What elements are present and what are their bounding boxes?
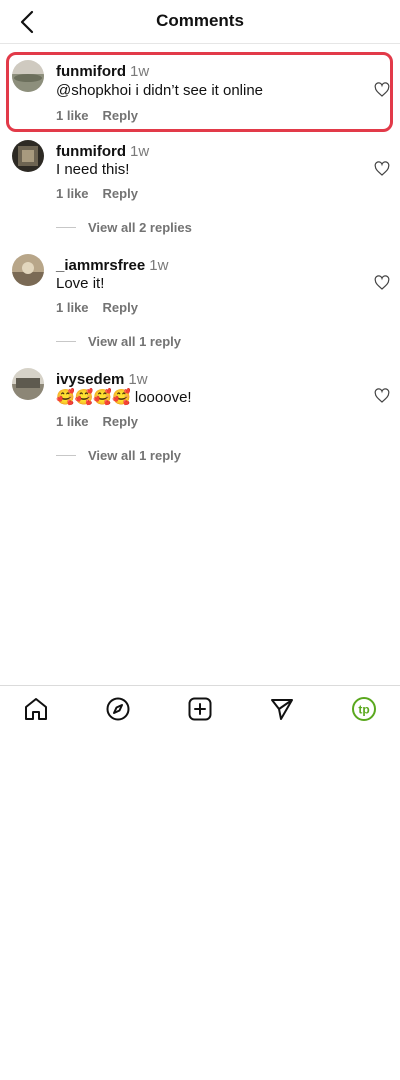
view-replies-label: View all 1 reply xyxy=(88,448,181,463)
view-replies-button[interactable]: View all 2 replies xyxy=(56,220,192,235)
reply-button[interactable]: Reply xyxy=(103,186,138,201)
view-replies-label: View all 2 replies xyxy=(88,220,192,235)
home-icon xyxy=(25,698,47,720)
comment-username[interactable]: ivysedem xyxy=(56,371,124,388)
profile-icon: tp xyxy=(352,697,376,721)
nav-explore-button[interactable] xyxy=(105,696,131,722)
bottom-nav: tp xyxy=(0,685,400,733)
comment-time: 1w xyxy=(129,143,150,160)
like-count[interactable]: 1 like xyxy=(56,108,89,123)
comment-time: 1w xyxy=(149,257,169,274)
comment-text: I need this! xyxy=(56,161,130,178)
comment-username[interactable]: funmiford xyxy=(56,63,126,80)
divider xyxy=(56,341,76,342)
profile-initials: tp xyxy=(358,703,369,717)
comment-username[interactable]: _iammrsfree xyxy=(56,257,145,274)
nav-create-button[interactable] xyxy=(187,696,213,722)
comment-item: ivysedem 1w 🥰🥰🥰🥰 loooove! 1 like Reply Vie… xyxy=(0,364,400,469)
avatar[interactable] xyxy=(12,60,44,92)
compass-icon xyxy=(106,697,130,721)
comment-text: @shopkhoi i didn’t see it online xyxy=(56,82,264,99)
nav-messages-button[interactable] xyxy=(269,696,295,722)
reply-button[interactable]: Reply xyxy=(103,414,138,429)
reply-button[interactable]: Reply xyxy=(103,108,138,123)
heart-icon[interactable] xyxy=(374,388,390,404)
comment-item: funmiford 1w @shopkhoi i didn’t see it on… xyxy=(0,56,400,136)
plus-square-icon xyxy=(188,697,212,721)
comment-time: 1w xyxy=(128,371,148,388)
like-count[interactable]: 1 like xyxy=(56,414,89,429)
view-replies-button[interactable]: View all 1 reply xyxy=(56,448,181,463)
reply-button[interactable]: Reply xyxy=(103,300,138,315)
send-icon xyxy=(271,699,293,720)
divider xyxy=(56,227,76,228)
avatar[interactable] xyxy=(12,140,44,172)
top-bar: Comments xyxy=(0,0,400,44)
comment-text: Love it! xyxy=(56,275,105,292)
comment-username[interactable]: funmiford xyxy=(56,143,126,160)
heart-icon[interactable] xyxy=(374,161,390,177)
comment-time: 1w xyxy=(129,63,150,80)
avatar[interactable] xyxy=(12,254,44,286)
divider xyxy=(56,455,76,456)
comment-item: funmiford 1w I need this! 1 like Reply Vie… xyxy=(0,136,400,241)
comment-item: _iammrsfree 1w Love it! 1 like Reply View … xyxy=(0,250,400,355)
like-count[interactable]: 1 like xyxy=(56,300,89,315)
view-replies-button[interactable]: View all 1 reply xyxy=(56,334,181,349)
comment-text: 🥰🥰🥰🥰 loooove! xyxy=(56,389,192,406)
heart-icon[interactable] xyxy=(374,82,390,98)
nav-profile-button[interactable]: tp xyxy=(351,696,377,722)
like-count[interactable]: 1 like xyxy=(56,186,89,201)
page-title: Comments xyxy=(156,11,244,30)
heart-icon[interactable] xyxy=(374,275,390,291)
view-replies-label: View all 1 reply xyxy=(88,334,181,349)
avatar[interactable] xyxy=(12,368,44,400)
nav-home-button[interactable] xyxy=(23,696,49,722)
